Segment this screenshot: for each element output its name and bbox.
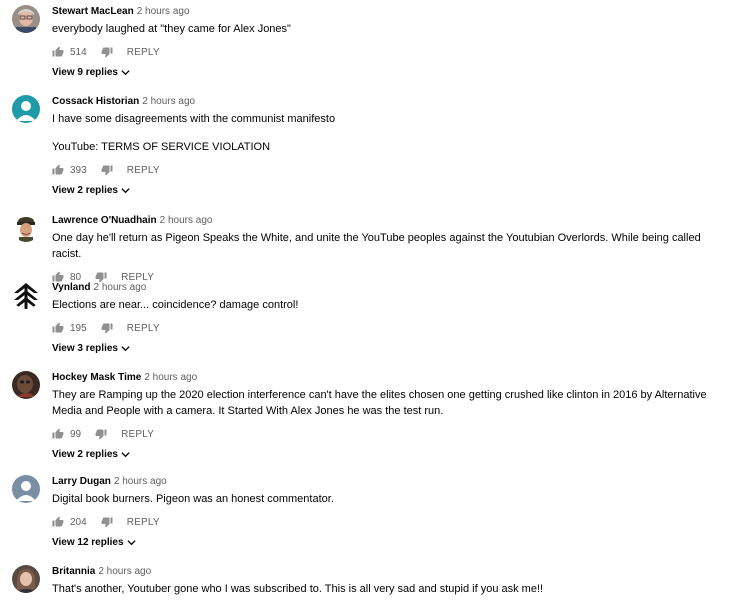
author-name[interactable]: Stewart MacLean bbox=[52, 6, 134, 17]
like-count: 195 bbox=[70, 322, 87, 334]
author-name[interactable]: Britannia bbox=[52, 566, 95, 577]
like-count: 514 bbox=[70, 46, 87, 58]
thumbs-up-icon[interactable] bbox=[52, 322, 64, 334]
author-name[interactable]: Vynland bbox=[52, 282, 91, 293]
comment-text: They are Ramping up the 2020 election in… bbox=[52, 389, 707, 417]
avatar-photo-icon bbox=[12, 371, 40, 399]
comment-text: I have some disagreements with the commu… bbox=[52, 113, 336, 153]
default-avatar-icon bbox=[12, 95, 40, 123]
timestamp[interactable]: 2 hours ago bbox=[144, 372, 197, 383]
chevron-down-icon bbox=[121, 346, 130, 352]
reply-button[interactable]: REPLY bbox=[127, 47, 160, 58]
author-name[interactable]: Lawrence O'Nuadhain bbox=[52, 215, 157, 226]
avatar[interactable] bbox=[12, 371, 40, 399]
reply-button[interactable]: REPLY bbox=[127, 165, 160, 176]
like-count: 99 bbox=[70, 428, 82, 440]
thumbs-up-icon[interactable] bbox=[52, 516, 64, 528]
author-name[interactable]: Larry Dugan bbox=[52, 476, 111, 487]
timestamp[interactable]: 2 hours ago bbox=[94, 282, 147, 293]
default-avatar-icon bbox=[12, 475, 40, 503]
like-count: 204 bbox=[70, 516, 87, 528]
view-replies-button[interactable]: View 12 replies bbox=[52, 537, 722, 548]
thumbs-up-icon[interactable] bbox=[52, 428, 64, 440]
thumbs-down-icon[interactable] bbox=[95, 428, 107, 440]
reply-button[interactable]: REPLY bbox=[127, 517, 160, 528]
timestamp[interactable]: 2 hours ago bbox=[160, 215, 213, 226]
author-name[interactable]: Hockey Mask Time bbox=[52, 372, 141, 383]
timestamp[interactable]: 2 hours ago bbox=[114, 476, 167, 487]
chevron-emblem-icon bbox=[12, 281, 40, 309]
view-replies-button[interactable]: View 3 replies bbox=[52, 343, 722, 354]
comment-text: One day he'll return as Pigeon Speaks th… bbox=[52, 232, 701, 260]
avatar[interactable] bbox=[12, 475, 40, 503]
thumbs-down-icon[interactable] bbox=[101, 164, 113, 176]
comment-text: Elections are near... coincidence? damag… bbox=[52, 299, 299, 311]
thumbs-down-icon[interactable] bbox=[101, 516, 113, 528]
timestamp[interactable]: 2 hours ago bbox=[142, 96, 195, 107]
avatar[interactable] bbox=[12, 95, 40, 123]
view-replies-button[interactable]: View 2 replies bbox=[52, 185, 722, 196]
reply-button[interactable]: REPLY bbox=[127, 323, 160, 334]
like-count: 393 bbox=[70, 164, 87, 176]
comment-text: Digital book burners. Pigeon was an hone… bbox=[52, 493, 334, 505]
comment-text: That's another, Youtuber gone who I was … bbox=[52, 583, 544, 595]
avatar-photo-icon bbox=[12, 565, 40, 593]
timestamp[interactable]: 2 hours ago bbox=[98, 566, 151, 577]
avatar[interactable] bbox=[12, 565, 40, 593]
avatar[interactable] bbox=[12, 281, 40, 309]
avatar-photo-icon bbox=[12, 5, 40, 33]
comment-text: everybody laughed at "they came for Alex… bbox=[52, 23, 291, 35]
author-name[interactable]: Cossack Historian bbox=[52, 96, 139, 107]
thumbs-down-icon[interactable] bbox=[101, 46, 113, 58]
chevron-down-icon bbox=[121, 452, 130, 458]
view-replies-button[interactable]: View 9 replies bbox=[52, 67, 722, 78]
officer-portrait-icon bbox=[12, 214, 40, 242]
avatar[interactable] bbox=[12, 214, 40, 242]
chevron-down-icon bbox=[126, 540, 136, 546]
thumbs-up-icon[interactable] bbox=[52, 46, 64, 58]
reply-button[interactable]: REPLY bbox=[121, 429, 154, 440]
chevron-down-icon bbox=[121, 70, 130, 76]
chevron-down-icon bbox=[121, 188, 130, 194]
thumbs-down-icon[interactable] bbox=[101, 322, 113, 334]
view-replies-button[interactable]: View 2 replies bbox=[52, 449, 722, 460]
timestamp[interactable]: 2 hours ago bbox=[137, 6, 190, 17]
thumbs-up-icon[interactable] bbox=[52, 164, 64, 176]
avatar[interactable] bbox=[12, 5, 40, 33]
